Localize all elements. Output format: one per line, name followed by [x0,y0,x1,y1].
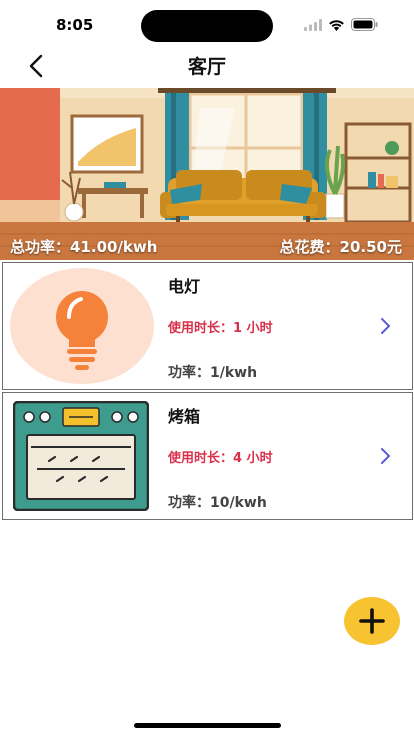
device-name: 烤箱 [168,407,201,426]
dynamic-island [141,10,273,42]
device-power: 功率：1/kwh [168,365,258,381]
plus-icon [359,608,385,634]
device-name: 电灯 [168,277,201,296]
status-bar: 8:05 [0,0,414,50]
lightbulb-icon [9,267,155,389]
chevron-right-icon [381,448,390,464]
living-room-illustration [0,88,414,260]
page-title: 客厅 [187,56,226,78]
oven-icon [12,400,150,515]
device-usage: 使用时长：1 小时 [168,321,273,336]
status-time: 8:05 [56,16,94,34]
signal-icon [304,18,322,31]
device-card-oven[interactable]: 烤箱 使用时长：4 小时 功率：10/kwh [2,392,413,520]
battery-icon [351,18,378,31]
total-cost-label: 总花费：20.50元 [279,238,402,256]
chevron-right-icon [381,318,390,334]
status-icons [304,18,378,31]
total-power-label: 总功率：41.00/kwh [10,238,158,256]
device-card-light[interactable]: 电灯 使用时长：1 小时 功率：1/kwh [2,262,413,390]
add-device-button[interactable] [344,597,400,645]
device-power: 功率：10/kwh [168,495,267,511]
wifi-icon [329,19,344,31]
room-banner: 总功率：41.00/kwh 总花费：20.50元 [0,88,414,260]
home-indicator [134,723,281,728]
nav-bar: 客厅 [0,44,414,88]
device-usage: 使用时长：4 小时 [168,451,273,466]
